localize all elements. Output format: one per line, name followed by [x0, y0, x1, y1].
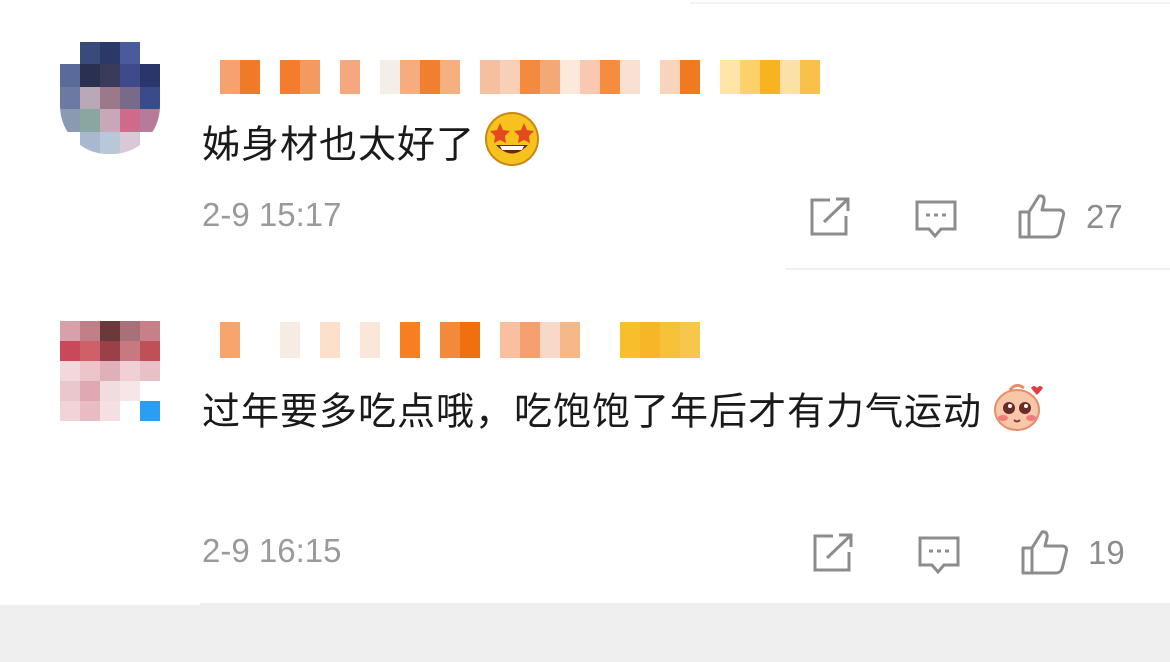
mosaic-block	[520, 322, 540, 358]
mosaic-block	[60, 361, 80, 381]
mosaic-block	[280, 322, 300, 358]
mosaic-block	[80, 341, 100, 361]
mosaic-block	[60, 341, 80, 361]
share-icon[interactable]	[811, 532, 855, 578]
mosaic-block	[60, 381, 80, 401]
mosaic-block	[360, 322, 380, 358]
mosaic-block	[500, 322, 520, 358]
mosaic-block	[100, 381, 120, 401]
mosaic-block	[80, 321, 100, 341]
mosaic-block	[660, 322, 680, 358]
mosaic-block	[340, 322, 360, 358]
mosaic-block	[640, 322, 660, 358]
mosaic-block	[440, 322, 460, 358]
username[interactable]	[200, 322, 720, 358]
like-count: 19	[1088, 534, 1125, 571]
mosaic-block	[260, 322, 280, 358]
mosaic-block	[140, 341, 160, 361]
mosaic-block	[680, 322, 700, 358]
mosaic-block	[120, 341, 140, 361]
thumbs-up-icon[interactable]	[1020, 528, 1070, 580]
mosaic-block	[700, 322, 720, 358]
mosaic-block	[200, 322, 220, 358]
mosaic-block	[480, 322, 500, 358]
comment-icon[interactable]	[916, 534, 962, 580]
mosaic-block	[120, 381, 140, 401]
mosaic-block	[460, 322, 480, 358]
mosaic-block	[140, 321, 160, 341]
mosaic-block	[220, 322, 240, 358]
blushing-sticker-emoji	[990, 378, 1046, 450]
mosaic-block	[120, 361, 140, 381]
mosaic-block	[100, 321, 120, 341]
mosaic-block	[240, 322, 260, 358]
mosaic-block	[140, 401, 160, 421]
mosaic-block	[380, 322, 400, 358]
comment-text-content: 过年要多吃点哦，吃饱饱了年后才有力气运动	[202, 389, 983, 434]
mosaic-block	[140, 381, 160, 401]
mosaic-block	[60, 401, 80, 421]
mosaic-block	[60, 321, 80, 341]
avatar[interactable]	[60, 321, 160, 421]
mosaic-block	[120, 321, 140, 341]
mosaic-block	[140, 361, 160, 381]
comment-text: 过年要多吃点哦，吃饱饱了年后才有力气运动	[202, 378, 1132, 450]
mosaic-block	[420, 322, 440, 358]
footer-area	[0, 605, 1170, 662]
mosaic-block	[560, 322, 580, 358]
mosaic-block	[80, 381, 100, 401]
mosaic-block	[320, 322, 340, 358]
comment-timestamp: 2-9 16:15	[202, 532, 342, 569]
mosaic-block	[100, 401, 120, 421]
mosaic-block	[300, 322, 320, 358]
mosaic-block	[80, 361, 100, 381]
mosaic-block	[400, 322, 420, 358]
mosaic-block	[100, 341, 120, 361]
mosaic-block	[80, 401, 100, 421]
mosaic-block	[100, 361, 120, 381]
mosaic-block	[580, 322, 600, 358]
mosaic-block	[540, 322, 560, 358]
mosaic-block	[620, 322, 640, 358]
mosaic-block	[600, 322, 620, 358]
mosaic-block	[120, 401, 140, 421]
comment-item: 过年要多吃点哦，吃饱饱了年后才有力气运动 2-9 16:15 19	[0, 0, 1170, 575]
